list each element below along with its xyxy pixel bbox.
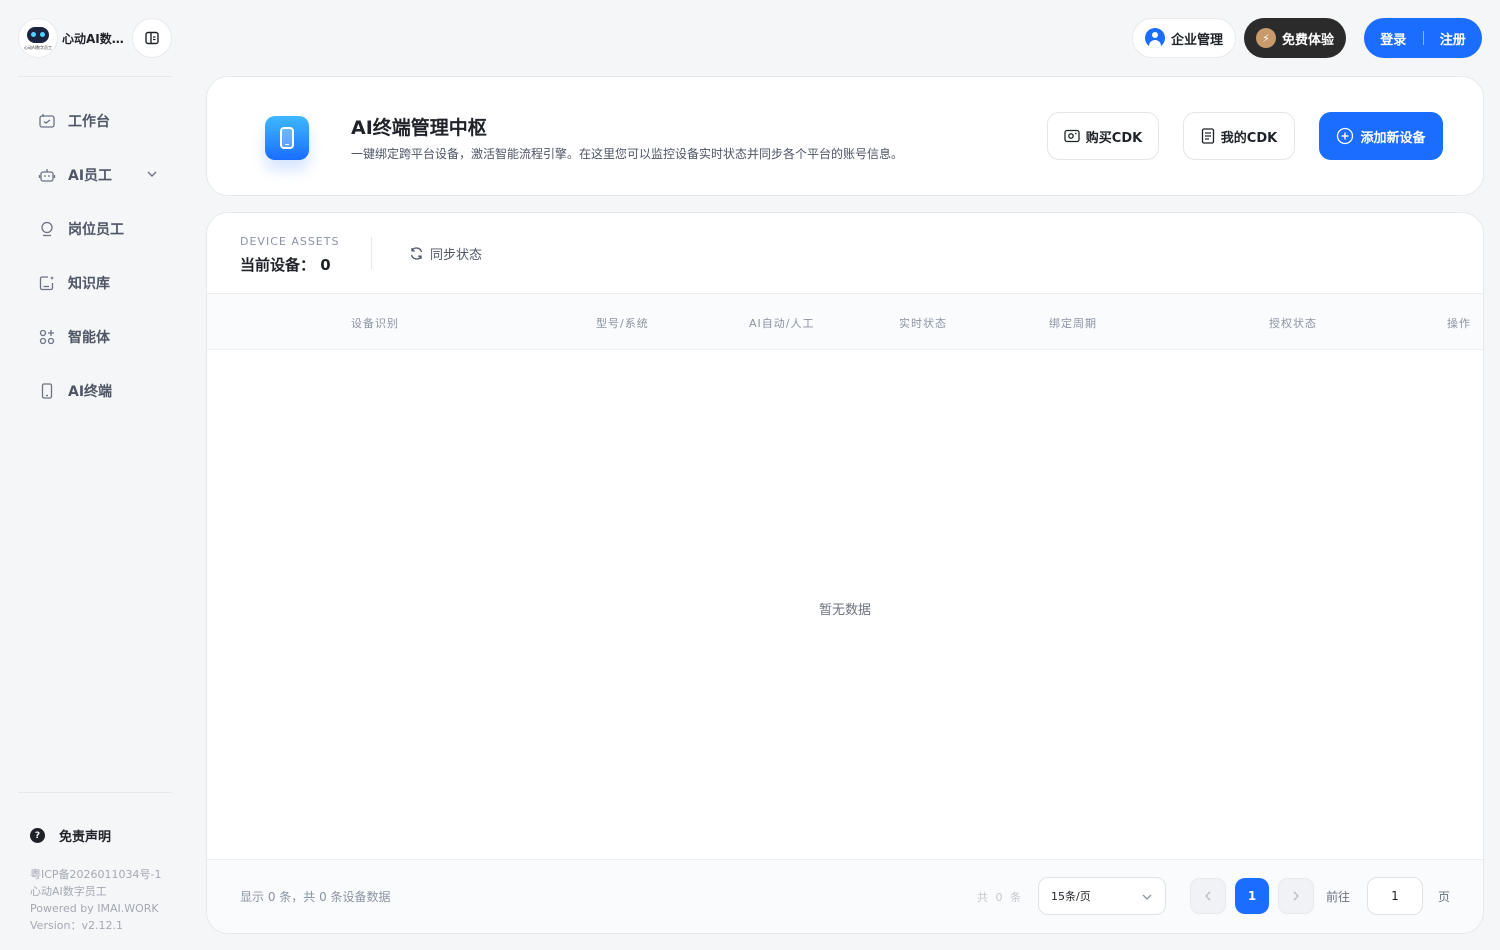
agent-icon <box>38 328 56 346</box>
chevron-down-icon <box>1141 892 1153 905</box>
sidebar-item-label: 岗位员工 <box>68 222 124 238</box>
ai-terminal-app-icon <box>265 116 309 160</box>
page-title: AI终端管理中枢 <box>351 117 487 139</box>
enterprise-label: 企业管理 <box>1170 32 1223 48</box>
goto-suffix: 页 <box>1438 890 1451 904</box>
refresh-icon <box>409 246 424 261</box>
my-cdk-label: 我的CDK <box>1220 130 1278 146</box>
prev-page-button[interactable] <box>1190 878 1226 914</box>
column-header: 型号/系统 <box>596 317 649 330</box>
footer-powered: Powered by IMAI.WORK <box>30 902 159 915</box>
buy-cdk-label: 购买CDK <box>1085 130 1143 146</box>
footer-version: Version：v2.12.1 <box>30 919 123 932</box>
user-icon <box>38 220 56 238</box>
column-header: 实时状态 <box>899 317 947 330</box>
robot-icon <box>38 166 56 184</box>
sidebar-item-position-employee[interactable]: 岗位员工 <box>18 202 172 256</box>
goto-prefix: 前往 <box>1326 890 1351 904</box>
sidebar-item-workbench[interactable]: 工作台 <box>18 94 172 148</box>
sidebar-toggle-icon <box>145 31 159 45</box>
page-subtitle: 一键绑定跨平台设备，激活智能流程引擎。在这里您可以监控设备实时状态并同步各个平台… <box>351 147 904 161</box>
column-header: 设备识别 <box>351 317 399 330</box>
device-icon <box>38 382 56 400</box>
my-cdk-button[interactable]: 我的CDK <box>1183 112 1295 160</box>
column-header: 授权状态 <box>1269 317 1317 330</box>
device-count: 当前设备： 0 <box>240 256 331 274</box>
add-device-label: 添加新设备 <box>1360 130 1426 146</box>
sidebar-item-label: 工作台 <box>68 114 110 130</box>
sidebar-item-ai-terminal[interactable]: AI终端 <box>18 364 172 418</box>
chevron-right-icon <box>1293 891 1299 901</box>
buy-cdk-button[interactable]: 购买CDK <box>1047 112 1159 160</box>
icp-number[interactable]: 粤ICP备2026011034号-1 <box>30 866 162 883</box>
user-avatar-icon <box>1144 28 1165 48</box>
device-assets-label: DEVICE ASSETS <box>240 235 340 248</box>
free-trial-button[interactable]: ⚡ 免费体验 <box>1243 18 1346 58</box>
workbench-icon <box>38 112 56 130</box>
page-number-button[interactable]: 1 <box>1235 878 1269 914</box>
next-page-button[interactable] <box>1278 878 1314 914</box>
phone-icon <box>280 127 294 149</box>
page-size-select[interactable]: 15条/页 <box>1038 877 1166 915</box>
document-icon <box>1201 128 1215 144</box>
sidebar-item-label: AI终端 <box>68 384 113 400</box>
pagination-total: 共 0 条 <box>977 891 1023 904</box>
goto-page-input[interactable] <box>1367 877 1423 915</box>
column-header: 绑定周期 <box>1049 317 1097 330</box>
disclaimer-link[interactable]: ? 免责声明 <box>30 826 111 845</box>
table-header: 设备识别 型号/系统 AI自动/人工 实时状态 绑定周期 授权状态 操作 <box>207 293 1483 350</box>
register-button[interactable]: 注册 <box>1424 29 1483 48</box>
sync-label: 同步状态 <box>430 248 483 263</box>
robot-logo-icon <box>27 27 49 43</box>
sidebar: 心动AI数字员工 心动AI数字员工 工作台 AI员工 岗位员工 知识库 智能体 <box>0 0 190 950</box>
device-table-card: DEVICE ASSETS 当前设备： 0 同步状态 设备识别 型号/系统 AI… <box>206 212 1484 934</box>
sidebar-item-knowledge[interactable]: 知识库 <box>18 256 172 310</box>
chevron-left-icon <box>1205 891 1211 901</box>
header-card: AI终端管理中枢 一键绑定跨平台设备，激活智能流程引擎。在这里您可以监控设备实时… <box>206 76 1484 196</box>
trial-label: 免费体验 <box>1281 32 1334 48</box>
sidebar-collapse-button[interactable] <box>132 18 172 58</box>
question-icon: ? <box>30 828 45 843</box>
empty-state: 暂无数据 <box>818 603 871 618</box>
topbar: 企业管理 ⚡ 免费体验 登录 注册 <box>1131 18 1482 58</box>
sidebar-divider <box>18 76 172 77</box>
login-button[interactable]: 登录 <box>1364 29 1423 48</box>
sidebar-divider <box>18 792 172 793</box>
brand-logo[interactable]: 心动AI数字员工 <box>18 18 58 58</box>
footer-company: 心动AI数字员工 <box>30 885 107 898</box>
brand: 心动AI数字员工 心动AI数字员工 <box>18 18 172 58</box>
sidebar-item-label: AI员工 <box>68 168 113 184</box>
sync-status-button[interactable]: 同步状态 <box>409 244 482 263</box>
sidebar-item-label: 智能体 <box>68 330 110 346</box>
divider <box>371 237 372 269</box>
add-device-button[interactable]: 添加新设备 <box>1319 112 1443 160</box>
page-size-value: 15条/页 <box>1051 890 1091 903</box>
cdk-card-icon <box>1064 129 1080 143</box>
brand-logo-text: 心动AI数字员工 <box>24 45 52 50</box>
disclaimer-label: 免责声明 <box>59 830 112 845</box>
sidebar-item-label: 知识库 <box>68 276 110 292</box>
footer-info: 粤ICP备2026011034号-1 心动AI数字员工 Powered by I… <box>30 866 162 934</box>
bolt-icon: ⚡ <box>1255 28 1276 48</box>
table-footer: 显示 0 条，共 0 条设备数据 共 0 条 15条/页 1 前往 页 <box>207 859 1483 933</box>
chevron-down-icon[interactable] <box>146 168 158 184</box>
sidebar-item-agent[interactable]: 智能体 <box>18 310 172 364</box>
plus-circle-icon <box>1336 127 1354 145</box>
enterprise-button[interactable]: 企业管理 <box>1131 18 1236 58</box>
knowledge-icon <box>38 274 56 292</box>
sidebar-nav: 工作台 AI员工 岗位员工 知识库 智能体 AI终端 <box>18 94 172 418</box>
auth-button-group: 登录 注册 <box>1364 18 1482 58</box>
pagination-info: 显示 0 条，共 0 条设备数据 <box>240 890 391 904</box>
column-header: AI自动/人工 <box>749 317 815 330</box>
sidebar-item-ai-employee[interactable]: AI员工 <box>18 148 172 202</box>
column-header: 操作 <box>1447 317 1471 330</box>
brand-name: 心动AI数字员工 <box>62 31 130 46</box>
